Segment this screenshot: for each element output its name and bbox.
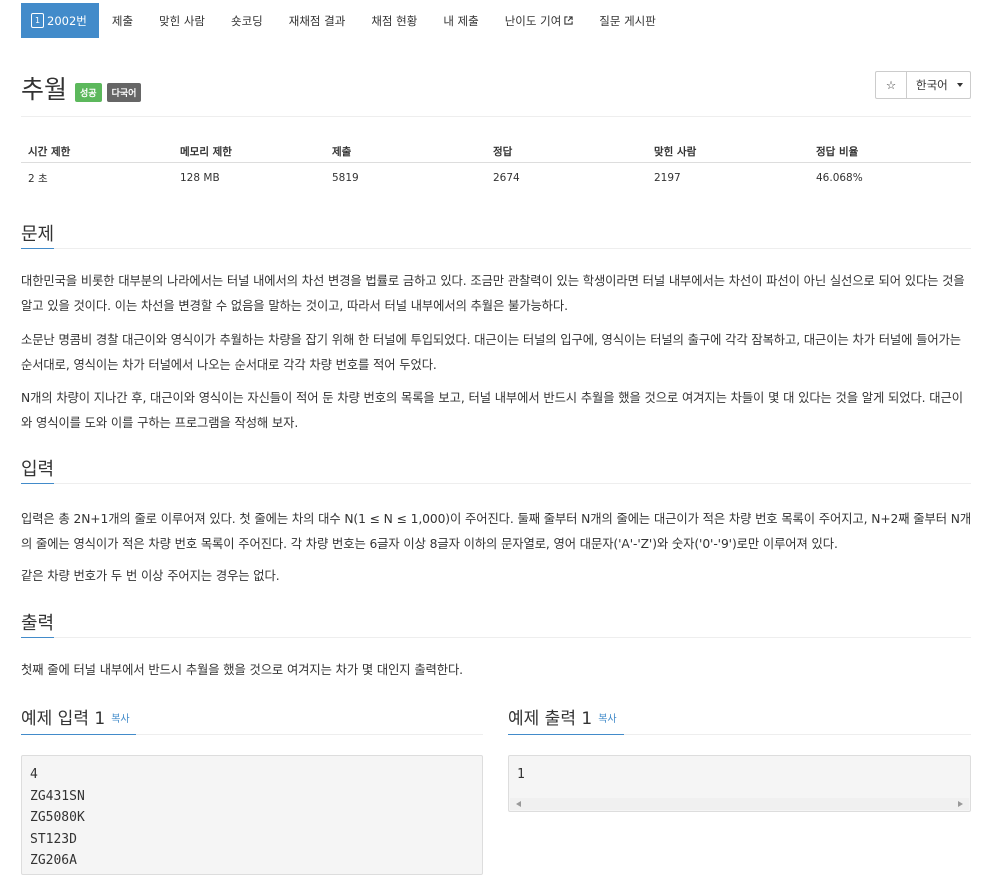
section-underline [21,637,54,638]
multilanguage-badge: 다국어 [106,82,142,102]
sample-input-line: ZG206A [30,853,77,868]
tab-difficulty-contribution[interactable]: 난이도 기여 [492,3,587,38]
external-link-icon [564,16,573,25]
problem-paragraph: 대한민국을 비롯한 대부분의 나라에서는 터널 내에서의 차선 변경을 법률로 … [21,274,965,313]
tab-my-submissions[interactable]: 내 제출 [430,3,491,38]
problem-page: 1 2002번 제출 맞힌 사람 숏코딩 재채점 결과 채점 현황 내 제출 난… [0,0,987,875]
section-divider [21,483,971,484]
sample-input-line: ZG5080K [30,810,85,825]
table-header-row: 시간 제한 메모리 제한 제출 정답 맞힌 사람 정답 비율 [21,140,971,163]
title-divider [21,116,971,117]
problem-paragraph: N개의 차량이 지나간 후, 대근이와 영식이는 자신들이 적어 둔 차량 번호… [21,391,963,430]
sample-input-header: 예제 입력 1 복사 [21,704,130,729]
scroll-right-arrow-icon[interactable] [958,801,963,807]
header-solved-users: 맞힌 사람 [647,140,809,163]
time-limit-value: 2 초 [28,172,48,185]
header-memory-limit: 메모리 제한 [173,140,325,163]
tab-status[interactable]: 채점 현황 [358,3,430,38]
sample-input-line: ST123D [30,831,77,847]
solved-users-value: 2197 [654,172,681,184]
sample-input-line: 4 [30,767,38,782]
sample-output-header: 예제 출력 1 복사 [508,704,617,729]
copy-sample-input-link[interactable]: 복사 [111,710,129,725]
tab-rejudge-results[interactable]: 재채점 결과 [276,3,359,38]
section-divider [21,248,971,249]
tab-submit[interactable]: 제출 [99,3,146,38]
tab-problem-number[interactable]: 1 2002번 [21,3,99,38]
sample-output-title: 예제 출력 1 [508,709,593,729]
section-underline [21,483,54,484]
star-button[interactable]: ☆ [875,71,907,99]
problem-info-table: 시간 제한 메모리 제한 제출 정답 맞힌 사람 정답 비율 2 초 128 M… [21,140,971,193]
output-paragraph: 첫째 줄에 터널 내부에서 반드시 추월을 했을 것으로 여겨지는 차가 몇 대… [21,663,463,677]
submissions-value: 5819 [332,172,359,184]
section-divider [21,637,971,638]
star-icon: ☆ [885,78,897,92]
title-actions: ☆ 한국어 [875,71,971,99]
success-badge: 성공 [75,82,102,102]
accepted-value: 2674 [493,172,520,184]
memory-limit-value: 128 MB [180,172,220,184]
accept-ratio-value: 46.068% [816,172,863,184]
tab-question-board[interactable]: 질문 게시판 [586,3,669,38]
problem-menu: 1 2002번 제출 맞힌 사람 숏코딩 재채점 결과 채점 현황 내 제출 난… [21,3,669,38]
copy-sample-output-link[interactable]: 복사 [598,710,616,725]
sample-input-box[interactable]: 4 ZG431SN ZG5080K ST123D ZG206A [21,755,483,875]
sample-input-line: ZG431SN [30,788,85,804]
problem-paragraph: 소문난 명콤비 경찰 대근이와 영식이가 추월하는 차량을 잡기 위해 한 터널… [21,333,962,372]
page-title: 추월 [21,75,68,104]
input-paragraph: 입력은 총 2N+1개의 줄로 이루어져 있다. 첫 줄에는 차의 대수 N(1… [21,512,972,551]
header-accept-ratio: 정답 비율 [809,140,971,163]
header-time-limit: 시간 제한 [21,140,173,163]
output-section-title: 출력 [21,613,55,634]
sample-output-box[interactable]: 1 [508,755,971,812]
section-underline [21,248,54,249]
tab-short-coding[interactable]: 숏코딩 [218,3,276,38]
input-paragraph: 같은 차량 번호가 두 번 이상 주어지는 경우는 없다. [21,569,280,583]
caret-down-icon [956,83,963,87]
header-accepted: 정답 [486,140,647,163]
table-row: 2 초 128 MB 5819 2674 2197 46.068% [21,163,971,194]
language-dropdown[interactable]: 한국어 [907,71,971,99]
title-row: 추월 성공 다국어 [21,70,142,106]
input-section-title: 입력 [21,459,55,480]
problem-section-title: 문제 [21,224,55,245]
section-underline [508,734,624,735]
header-submissions: 제출 [325,140,486,163]
sample-input-title: 예제 입력 1 [21,709,106,729]
horizontal-scrollbar[interactable] [510,798,969,810]
section-underline [21,734,136,735]
scroll-left-arrow-icon[interactable] [516,801,521,807]
tier-badge-icon: 1 [31,13,44,28]
sample-output-line: 1 [517,767,525,782]
tab-solved-users[interactable]: 맞힌 사람 [146,3,218,38]
